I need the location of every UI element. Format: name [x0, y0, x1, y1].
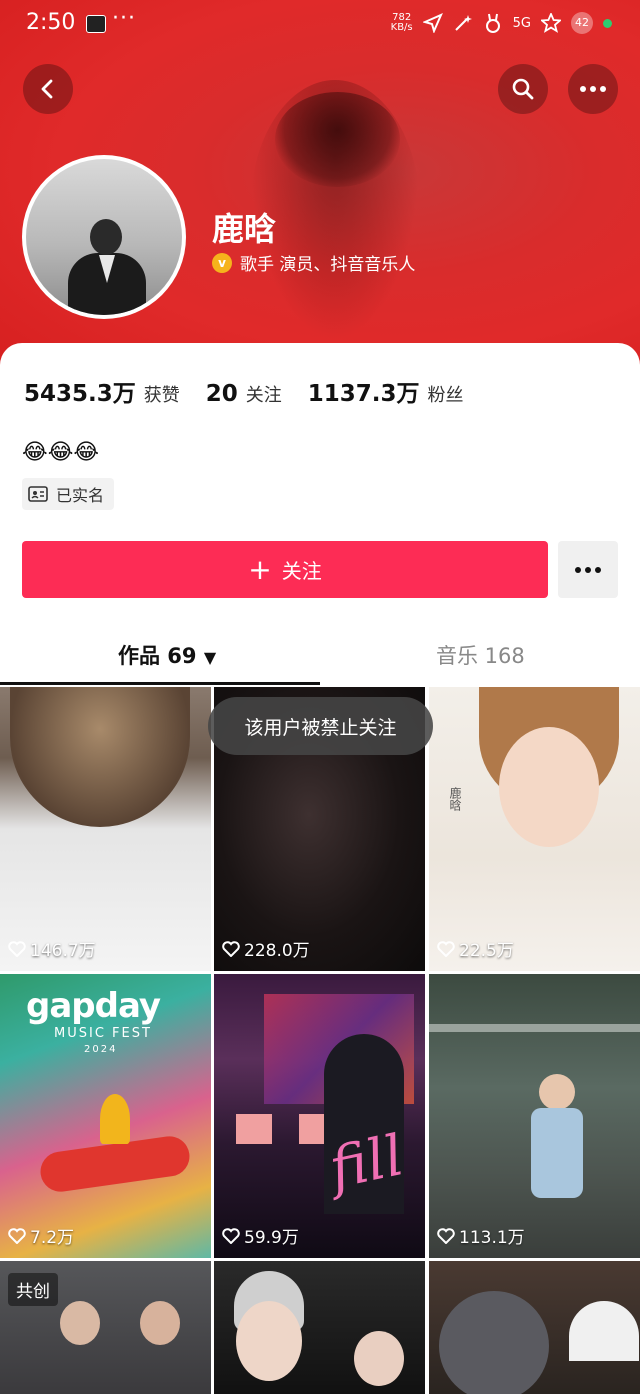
video-thumbnail-9[interactable]	[429, 1261, 640, 1394]
signal-label: 5G	[512, 15, 531, 31]
heart-icon	[8, 1227, 26, 1244]
bio-text: 😂😂😂	[22, 440, 100, 465]
co-create-tag: 共创	[8, 1273, 58, 1306]
video-thumbnail-5[interactable]: 59.9万	[214, 974, 425, 1258]
network-speed: 782 KB/s	[390, 12, 413, 33]
likes-count: 146.7万	[8, 936, 96, 961]
avatar[interactable]	[22, 155, 186, 319]
stat-likes[interactable]: 5435.3万 获赞	[24, 374, 180, 408]
more-options-button[interactable]	[568, 64, 618, 114]
tab-works[interactable]: 作品 69 ▼	[118, 640, 216, 670]
likes-count: 113.1万	[437, 1223, 525, 1248]
follow-label: 关注	[281, 559, 322, 583]
profile-more-button[interactable]	[558, 541, 618, 598]
heart-icon	[222, 940, 240, 957]
search-icon	[512, 78, 534, 100]
chevron-left-icon	[41, 79, 53, 99]
status-time: 2:50	[26, 10, 76, 35]
tab-music[interactable]: 音乐 168	[436, 640, 525, 670]
heart-icon	[437, 940, 455, 957]
video-thumbnail-1[interactable]: 146.7万	[0, 687, 211, 971]
plus-icon: +	[248, 552, 272, 586]
profile-stats: 5435.3万 获赞 20 关注 1137.3万 粉丝	[24, 374, 490, 408]
more-dots-icon	[580, 86, 606, 92]
video-thumbnail-3[interactable]: 鹿晗 22.5万	[429, 687, 640, 971]
status-bar: 2:50 ··· 782 KB/s 5G 42	[0, 0, 640, 48]
tab-underline	[0, 682, 320, 685]
background-figure-head	[275, 92, 400, 187]
magic-wand-icon	[454, 15, 472, 31]
poster-year: 2024	[84, 1044, 118, 1055]
video-thumbnail-6[interactable]: 113.1万	[429, 974, 640, 1258]
star-icon	[541, 13, 561, 33]
id-card-icon	[28, 486, 48, 502]
heart-icon	[437, 1227, 455, 1244]
likes-count: 59.9万	[222, 1223, 299, 1248]
verification-line: v 歌手 演员、抖音音乐人	[212, 250, 415, 275]
real-name-badge: 已实名	[22, 478, 115, 510]
poster-subtitle: MUSIC FEST	[54, 1026, 152, 1041]
back-button[interactable]	[23, 64, 73, 114]
status-more-dots: ···	[112, 6, 136, 31]
heart-icon	[222, 1227, 240, 1244]
avatar-photo	[26, 159, 182, 315]
stat-following[interactable]: 20 关注	[206, 381, 282, 407]
verification-text: 歌手 演员、抖音音乐人	[240, 255, 416, 275]
profile-name: 鹿晗	[212, 210, 277, 248]
poster-title: gapday	[26, 986, 161, 1026]
more-dots-icon	[575, 566, 601, 573]
toast-message: 该用户被禁止关注	[208, 697, 433, 755]
active-dot	[603, 18, 612, 28]
search-button[interactable]	[498, 64, 548, 114]
rabbit-icon	[485, 13, 500, 33]
verified-badge-icon: v	[212, 252, 232, 273]
battery-indicator: 42	[571, 12, 593, 34]
heart-icon	[8, 940, 26, 957]
video-thumbnail-8[interactable]	[214, 1261, 425, 1394]
location-icon	[422, 13, 443, 33]
chevron-down-icon: ▼	[203, 648, 217, 667]
likes-count: 22.5万	[437, 936, 514, 961]
stat-followers[interactable]: 1137.3万 粉丝	[308, 374, 464, 408]
follow-button[interactable]: + 关注	[22, 541, 548, 598]
likes-count: 228.0万	[222, 936, 310, 961]
notification-app-icon	[86, 15, 106, 33]
likes-count: 7.2万	[8, 1223, 74, 1248]
status-right: 782 KB/s 5G 42	[391, 12, 612, 34]
